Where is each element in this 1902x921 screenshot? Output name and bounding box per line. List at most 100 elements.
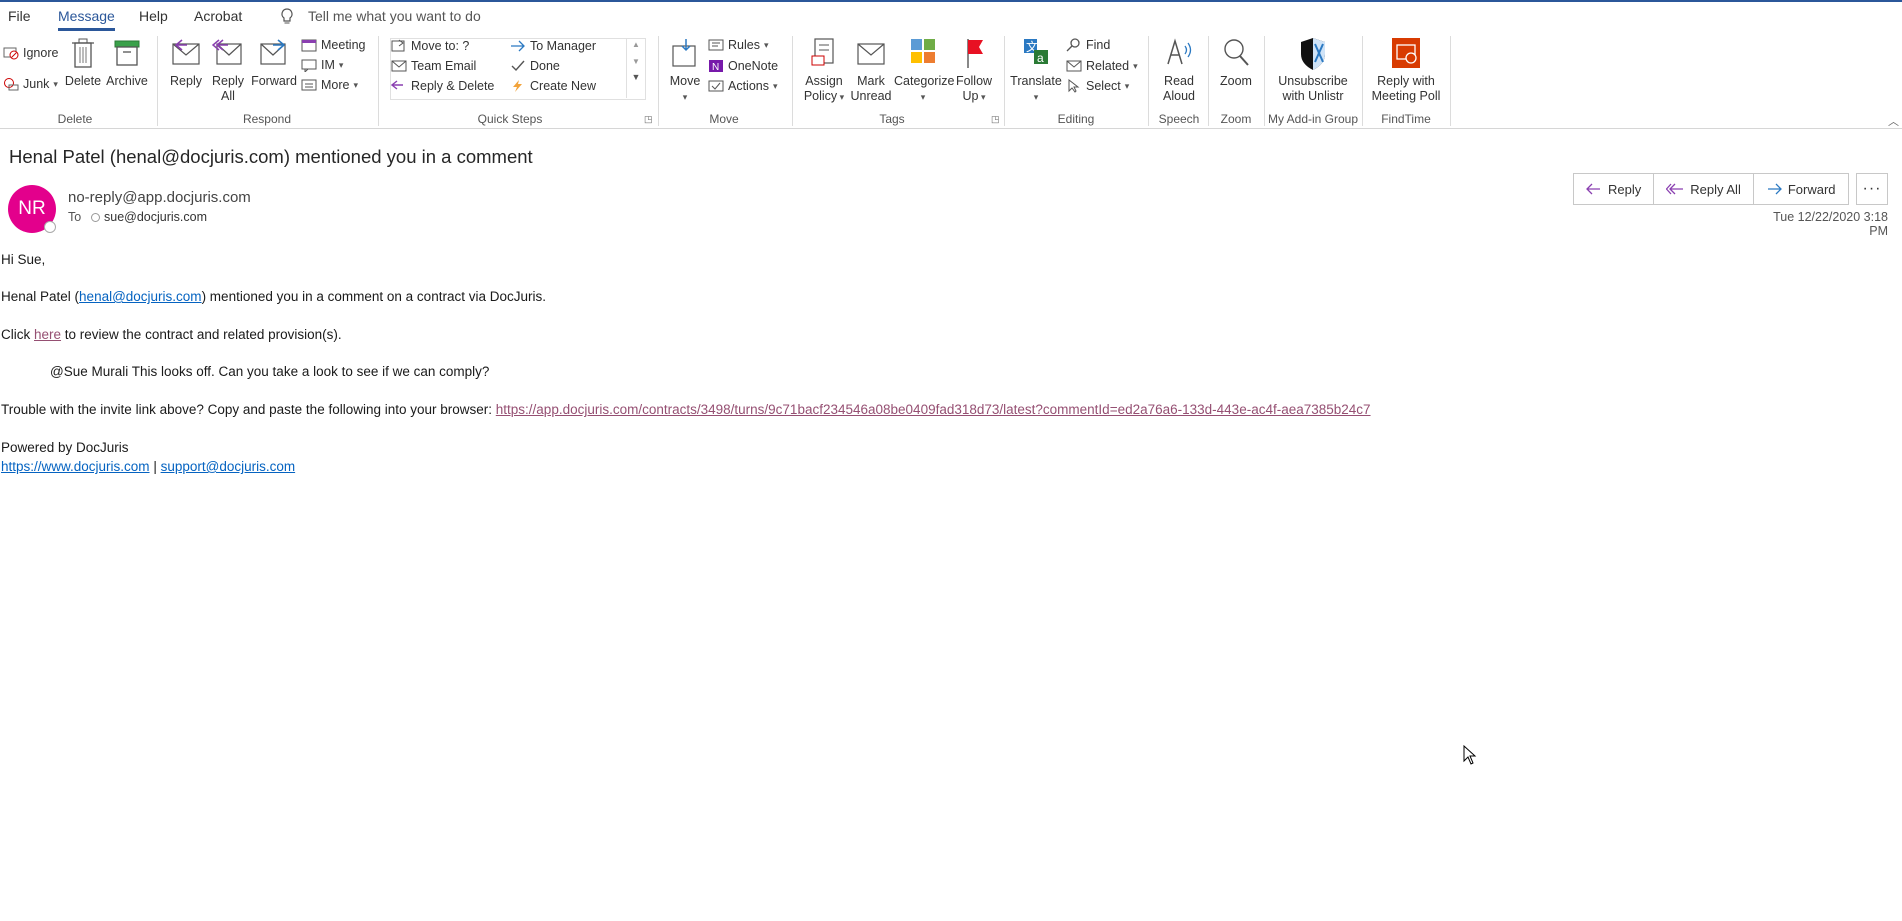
message-date: Tue 12/22/2020 3:18 PM xyxy=(1773,210,1888,238)
menu-file[interactable]: File xyxy=(8,8,31,24)
body-trouble-line: Trouble with the invite link above? Copy… xyxy=(1,402,1371,417)
mark-unread-button[interactable]: Mark Unread xyxy=(850,36,892,104)
menu-acrobat[interactable]: Acrobat xyxy=(194,8,242,24)
dialog-launcher-icon[interactable]: ◳ xyxy=(644,114,653,125)
support-email-link[interactable]: support@docjuris.com xyxy=(161,459,296,474)
archive-button[interactable]: Archive xyxy=(104,36,150,89)
select-button[interactable]: Select ▾ xyxy=(1066,79,1129,93)
group-label-quick-steps: Quick Steps xyxy=(477,112,543,126)
svg-text:a: a xyxy=(1037,51,1044,65)
im-button[interactable]: IM ▾ xyxy=(301,58,343,72)
presence-status-icon xyxy=(44,221,56,233)
group-label-zoom: Zoom xyxy=(1220,112,1252,126)
ribbon-bottom-border xyxy=(0,128,1902,129)
group-label-delete: Delete xyxy=(57,112,93,126)
menu-message[interactable]: Message xyxy=(58,8,115,31)
forward-arrow-icon xyxy=(1767,183,1782,195)
reply-meeting-poll-button[interactable]: Reply with Meeting Poll xyxy=(1366,36,1446,104)
group-label-speech: Speech xyxy=(1158,112,1200,126)
related-button[interactable]: Related ▾ xyxy=(1066,59,1138,73)
categorize-icon xyxy=(911,39,935,63)
ribbon-separator xyxy=(1264,36,1265,126)
meeting-icon xyxy=(301,39,317,52)
collapse-ribbon-icon[interactable]: ︿ xyxy=(1888,113,1899,129)
tell-me-search[interactable]: Tell me what you want to do xyxy=(308,8,481,24)
more-actions-button[interactable]: ··· xyxy=(1856,173,1888,205)
body-powered-by: Powered by DocJuris xyxy=(1,440,129,455)
move-to-icon xyxy=(391,39,405,52)
junk-icon xyxy=(4,78,19,91)
reply-all-action-button[interactable]: Reply All xyxy=(1653,173,1754,205)
forward-button[interactable]: Forward xyxy=(250,36,298,89)
forward-action-button[interactable]: Forward xyxy=(1752,173,1849,205)
reply-icon xyxy=(172,39,200,65)
rules-icon xyxy=(708,39,724,51)
translate-button[interactable]: 文a Translate ▾ xyxy=(1010,36,1062,105)
quickstep-reply-delete[interactable]: Reply & Delete xyxy=(391,79,494,93)
archive-icon xyxy=(114,40,140,66)
quickstep-create-new[interactable]: Create New xyxy=(510,79,596,93)
cursor-icon xyxy=(1068,79,1080,93)
checkmark-icon xyxy=(511,60,525,72)
ribbon-separator xyxy=(658,36,659,126)
message-action-bar: Reply Reply All Forward xyxy=(1573,173,1849,205)
related-icon xyxy=(1066,60,1082,72)
website-link[interactable]: https://www.docjuris.com xyxy=(1,459,150,474)
message-subject: Henal Patel (henal@docjuris.com) mention… xyxy=(9,146,533,167)
assign-policy-icon xyxy=(811,38,834,66)
to-label: To xyxy=(68,210,82,224)
quickstep-move-to[interactable]: Move to: ? xyxy=(391,39,469,53)
meeting-button[interactable]: Meeting xyxy=(301,38,365,52)
ribbon-separator xyxy=(1004,36,1005,126)
move-icon xyxy=(672,39,696,67)
move-button[interactable]: Move ▾ xyxy=(666,36,704,105)
assign-policy-button[interactable]: Assign Policy ▾ xyxy=(800,36,848,105)
body-mention-line: Henal Patel (henal@docjuris.com) mention… xyxy=(1,289,546,304)
dialog-launcher-icon[interactable]: ◳ xyxy=(991,114,1000,125)
group-label-addin: My Add-in Group xyxy=(1267,112,1359,126)
body-greeting: Hi Sue, xyxy=(1,252,46,267)
junk-button[interactable]: Junk ▾ xyxy=(3,77,58,91)
read-aloud-button[interactable]: Read Aloud xyxy=(1154,36,1204,104)
unsubscribe-button[interactable]: Unsubscribe with Unlistr xyxy=(1268,36,1358,104)
more-respond-button[interactable]: More ▾ xyxy=(301,78,358,92)
reply-button[interactable]: Reply xyxy=(167,36,205,89)
ignore-button[interactable]: Ignore xyxy=(3,46,58,60)
actions-button[interactable]: Actions ▾ xyxy=(708,79,778,93)
reply-all-button[interactable]: Reply All xyxy=(208,36,248,104)
delete-button[interactable]: Delete xyxy=(64,36,102,89)
reply-all-arrow-icon xyxy=(1666,183,1684,195)
rules-button[interactable]: Rules ▾ xyxy=(708,38,769,52)
here-link[interactable]: here xyxy=(34,327,61,342)
ribbon-separator xyxy=(1450,36,1451,126)
onenote-button[interactable]: N OneNote xyxy=(708,59,778,73)
magnifier-icon xyxy=(1224,39,1249,66)
ignore-icon xyxy=(3,47,19,60)
body-comment-quote: @Sue Murali This looks off. Can you take… xyxy=(50,364,490,379)
contract-url-link[interactable]: https://app.docjuris.com/contracts/3498/… xyxy=(496,402,1371,417)
reply-action-button[interactable]: Reply xyxy=(1573,173,1655,205)
forward-icon xyxy=(260,39,286,65)
quickstep-done[interactable]: Done xyxy=(510,59,560,73)
group-label-findtime: FindTime xyxy=(1381,112,1431,126)
findtime-icon xyxy=(1392,38,1420,68)
group-label-editing: Editing xyxy=(1057,112,1095,126)
quickstep-to-manager[interactable]: To Manager xyxy=(510,39,596,53)
read-aloud-icon xyxy=(1167,38,1192,65)
find-button[interactable]: Find xyxy=(1066,38,1110,52)
zoom-button[interactable]: Zoom xyxy=(1214,36,1258,89)
unlistr-shield-icon xyxy=(1301,38,1325,70)
group-label-tags: Tags xyxy=(879,112,905,126)
sender-address[interactable]: no-reply@app.docjuris.com xyxy=(68,189,251,206)
menu-help[interactable]: Help xyxy=(139,8,168,24)
henal-email-link[interactable]: henal@docjuris.com xyxy=(79,289,202,304)
quick-steps-scroll[interactable]: ▲ ▼ ▼ xyxy=(626,38,645,98)
ribbon: Ignore Junk ▾ Delete Archive Delete Reply… xyxy=(0,32,1902,128)
recipient-address[interactable]: sue@docjuris.com xyxy=(104,210,207,224)
trash-icon xyxy=(72,38,94,68)
quickstep-team-email[interactable]: Team Email xyxy=(391,59,476,73)
reply-arrow-icon xyxy=(1586,183,1600,195)
categorize-button[interactable]: Categorize ▾ xyxy=(894,36,954,105)
body-review-line: Click here to review the contract and re… xyxy=(1,327,342,342)
follow-up-button[interactable]: Follow Up ▾ xyxy=(954,36,994,105)
